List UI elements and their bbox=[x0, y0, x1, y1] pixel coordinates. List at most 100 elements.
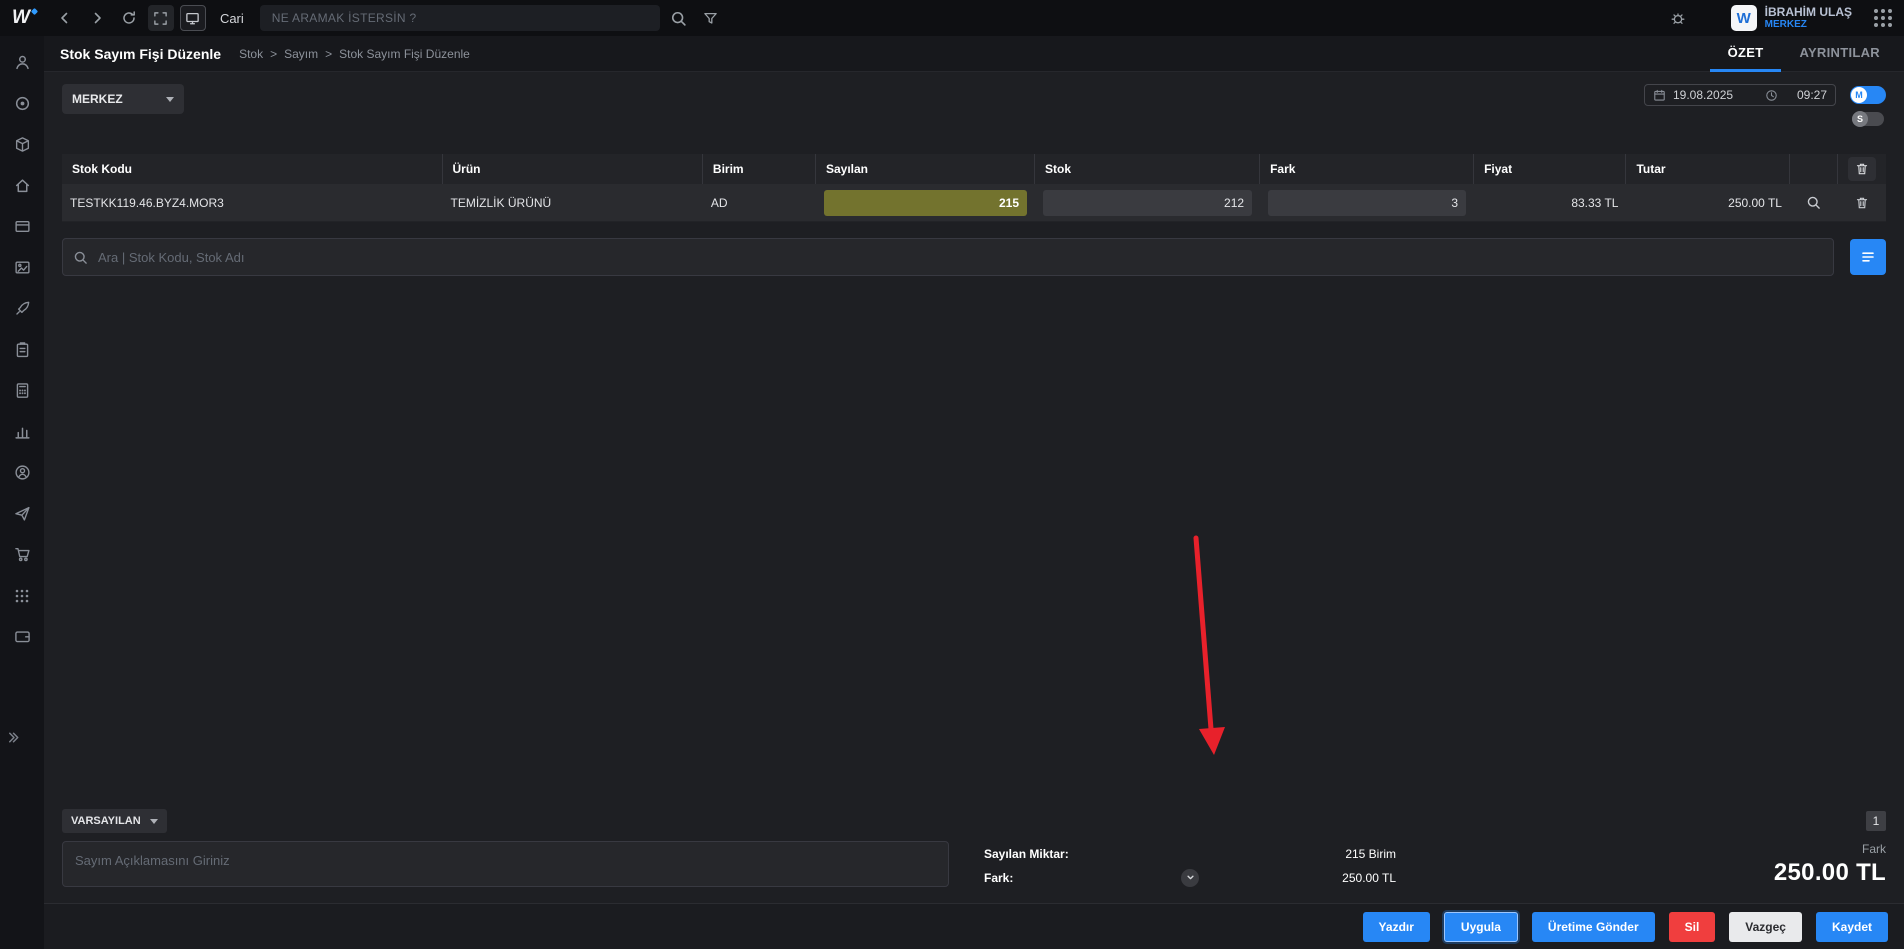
stock-list-button[interactable] bbox=[1850, 239, 1886, 275]
column-header[interactable]: Sayılan bbox=[816, 154, 1035, 184]
column-header-empty bbox=[1790, 154, 1838, 184]
stock-search-row bbox=[62, 238, 1886, 276]
user-circle-icon[interactable] bbox=[0, 452, 44, 493]
column-header[interactable]: Fiyat bbox=[1474, 154, 1626, 184]
calculator-icon[interactable] bbox=[0, 370, 44, 411]
filter-icon[interactable] bbox=[698, 5, 724, 31]
breadcrumb-item[interactable]: Stok bbox=[239, 47, 263, 61]
table-row[interactable]: TESTKK119.46.BYZ4.MOR3 TEMİZLİK ÜRÜNÜ AD… bbox=[62, 184, 1886, 222]
sidebar bbox=[0, 36, 44, 949]
uretime-gonder-button[interactable]: Üretime Gönder bbox=[1532, 912, 1655, 942]
image-icon[interactable] bbox=[0, 247, 44, 288]
search-icon bbox=[73, 250, 88, 265]
breadcrumb-separator: > bbox=[325, 47, 332, 61]
rocket-icon[interactable] bbox=[0, 288, 44, 329]
tab-ozet[interactable]: ÖZET bbox=[1710, 36, 1782, 72]
mode-toggle-m[interactable]: M bbox=[1850, 86, 1886, 104]
summary-expand-icon[interactable] bbox=[1181, 869, 1199, 887]
sidebar-expand-icon[interactable] bbox=[0, 730, 44, 745]
counted-amount-value: 215 Birim bbox=[1345, 847, 1396, 861]
total-block: Fark 250.00 TL bbox=[1774, 841, 1886, 887]
stock-search-input[interactable] bbox=[96, 249, 1823, 266]
page-title: Stok Sayım Fişi Düzenle bbox=[60, 46, 221, 62]
empty-area bbox=[62, 276, 1886, 809]
search-icon[interactable] bbox=[666, 5, 692, 31]
tab-ayrintilar[interactable]: AYRINTILAR bbox=[1781, 36, 1898, 72]
branch-select-value: MERKEZ bbox=[72, 92, 123, 106]
mode-toggle-s-knob: S bbox=[1852, 111, 1868, 127]
column-header[interactable]: Birim bbox=[703, 154, 816, 184]
vazgec-button[interactable]: Vazgeç bbox=[1729, 912, 1802, 942]
breadcrumb-item[interactable]: Sayım bbox=[284, 47, 318, 61]
home-icon[interactable] bbox=[0, 165, 44, 206]
cell-tutar: 250.00 TL bbox=[1626, 184, 1790, 222]
kaydet-button[interactable]: Kaydet bbox=[1816, 912, 1888, 942]
difference-field: 3 bbox=[1268, 190, 1466, 216]
chevron-down-icon bbox=[150, 819, 158, 824]
cell-sayilan[interactable]: 215 bbox=[816, 184, 1035, 222]
user-branch: MERKEZ bbox=[1765, 19, 1852, 30]
view-tabs: ÖZET AYRINTILAR bbox=[1710, 36, 1898, 72]
cell-row-delete bbox=[1838, 184, 1886, 222]
column-header[interactable]: Fark bbox=[1260, 154, 1474, 184]
clipboard-icon[interactable] bbox=[0, 329, 44, 370]
row-search-icon[interactable] bbox=[1806, 195, 1821, 210]
person-icon[interactable] bbox=[0, 42, 44, 83]
date-value: 19.08.2025 bbox=[1673, 88, 1758, 102]
grid-icon[interactable] bbox=[0, 575, 44, 616]
cart-icon[interactable] bbox=[0, 534, 44, 575]
topbar: W Cari W bbox=[0, 0, 1904, 36]
monitor-icon[interactable] bbox=[180, 5, 206, 31]
global-search-input[interactable] bbox=[270, 10, 650, 26]
cell-stok: 212 bbox=[1035, 184, 1260, 222]
target-icon[interactable] bbox=[0, 83, 44, 124]
difference-label: Fark: bbox=[984, 871, 1013, 885]
uygula-button[interactable]: Uygula bbox=[1444, 912, 1518, 942]
counted-amount-label: Sayılan Miktar: bbox=[984, 847, 1069, 861]
column-header[interactable]: Tutar bbox=[1626, 154, 1790, 184]
refresh-icon[interactable] bbox=[116, 5, 142, 31]
sil-button[interactable]: Sil bbox=[1669, 912, 1716, 942]
price-list-select[interactable]: VARSAYILAN bbox=[62, 809, 167, 833]
delete-all-button[interactable] bbox=[1848, 157, 1876, 181]
column-header[interactable]: Stok Kodu bbox=[62, 154, 443, 184]
counted-quantity-field[interactable]: 215 bbox=[824, 190, 1027, 216]
cell-stok-kodu: TESTKK119.46.BYZ4.MOR3 bbox=[62, 184, 443, 222]
yazdir-button[interactable]: Yazdır bbox=[1363, 912, 1430, 942]
user-menu[interactable]: W İBRAHİM ULAŞ MERKEZ bbox=[1731, 5, 1852, 31]
date-time-field[interactable]: 19.08.2025 09:27 bbox=[1644, 84, 1836, 106]
cari-selector[interactable]: Cari bbox=[220, 11, 244, 26]
stock-table-header: Stok Kodu Ürün Birim Sayılan Stok Fark F… bbox=[62, 154, 1886, 184]
user-name: İBRAHİM ULAŞ bbox=[1765, 6, 1852, 20]
package-icon[interactable] bbox=[0, 124, 44, 165]
action-bar: Yazdır Uygula Üretime Gönder Sil Vazgeç … bbox=[44, 903, 1904, 949]
fullscreen-icon[interactable] bbox=[148, 5, 174, 31]
back-icon[interactable] bbox=[52, 5, 78, 31]
column-header[interactable]: Stok bbox=[1035, 154, 1260, 184]
breadcrumb-item: Stok Sayım Fişi Düzenle bbox=[339, 47, 470, 61]
document-toolbar: MERKEZ 19.08.2025 09:27 M bbox=[62, 72, 1886, 130]
total-value: 250.00 TL bbox=[1774, 859, 1886, 887]
wallet-icon[interactable] bbox=[0, 616, 44, 657]
send-icon[interactable] bbox=[0, 493, 44, 534]
breadcrumb-separator: > bbox=[270, 47, 277, 61]
summary-block: Sayılan Miktar: 215 Birim Fark: 250.00 T… bbox=[984, 841, 1396, 887]
count-note-input[interactable] bbox=[62, 841, 949, 887]
branch-select[interactable]: MERKEZ bbox=[62, 84, 184, 114]
stock-search-box bbox=[62, 238, 1834, 276]
apps-grid-icon[interactable] bbox=[1874, 9, 1892, 27]
global-search-box bbox=[260, 5, 660, 31]
forward-icon[interactable] bbox=[84, 5, 110, 31]
mode-toggle-m-knob: M bbox=[1851, 87, 1867, 103]
card-icon[interactable] bbox=[0, 206, 44, 247]
chart-icon[interactable] bbox=[0, 411, 44, 452]
mode-toggle-s[interactable]: S bbox=[1852, 112, 1884, 126]
cell-fiyat: 83.33 TL bbox=[1474, 184, 1626, 222]
stock-quantity-field: 212 bbox=[1043, 190, 1252, 216]
column-header[interactable]: Ürün bbox=[443, 154, 703, 184]
app-window: W Cari W bbox=[0, 0, 1904, 949]
row-delete-icon[interactable] bbox=[1855, 196, 1869, 210]
app-logo[interactable]: W bbox=[12, 7, 30, 29]
bug-icon[interactable] bbox=[1665, 5, 1691, 31]
page-header: Stok Sayım Fişi Düzenle Stok > Sayım > S… bbox=[44, 36, 1904, 72]
